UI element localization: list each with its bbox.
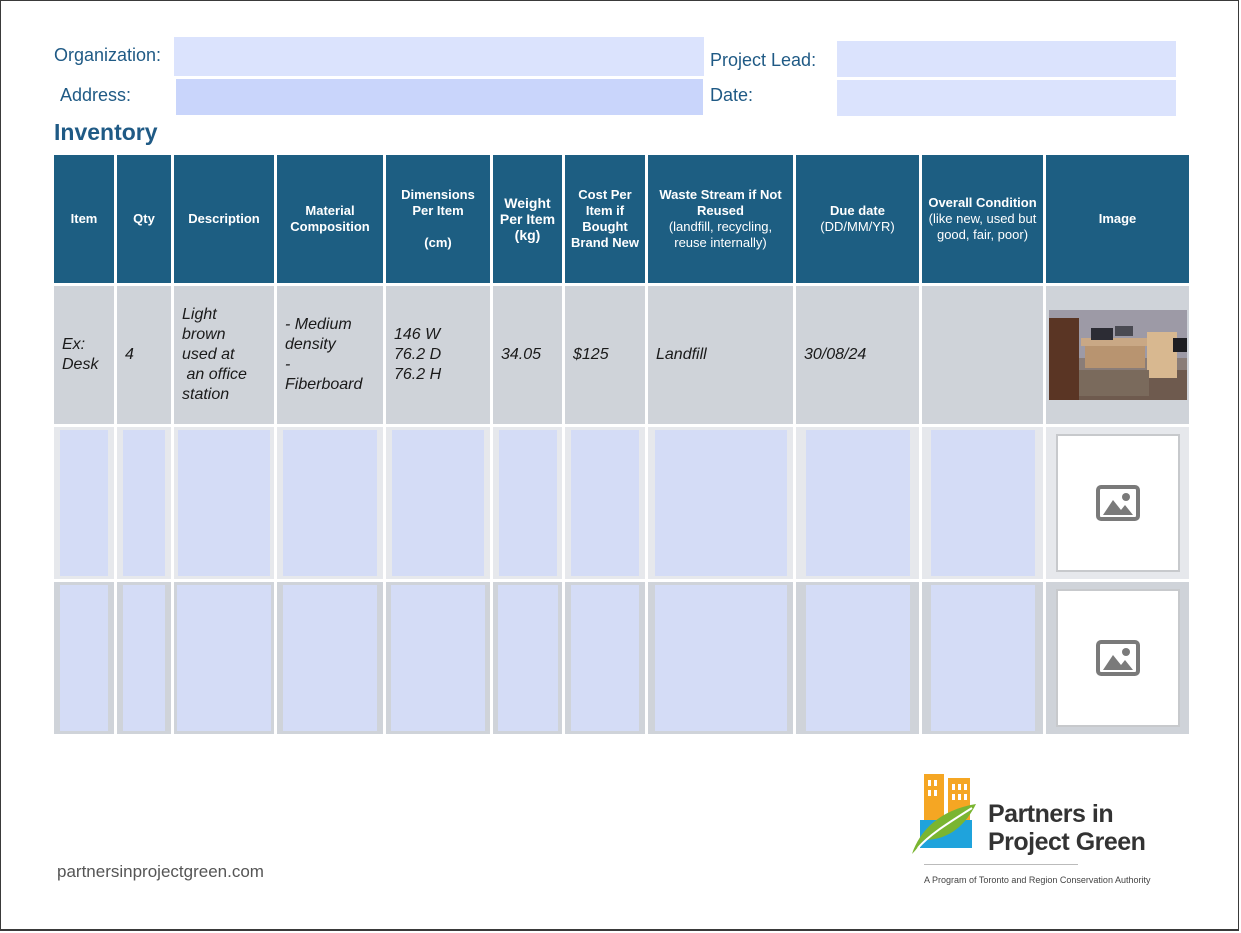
header-cost: Cost Per Item if Bought Brand New <box>562 152 648 286</box>
cell-cost[interactable] <box>562 579 648 737</box>
date-label: Date: <box>710 85 754 105</box>
cell-waste-stream[interactable] <box>645 424 796 582</box>
cell-condition[interactable] <box>919 579 1046 737</box>
desk-photo <box>1048 310 1187 400</box>
cell-item[interactable] <box>51 424 117 582</box>
cell-cost[interactable] <box>562 424 648 582</box>
date-field[interactable] <box>837 80 1176 116</box>
table-row <box>51 424 1192 582</box>
organization-field[interactable] <box>174 37 704 76</box>
partners-in-project-green-logo <box>912 774 976 854</box>
cell-waste-stream: Landfill <box>645 283 796 427</box>
cell-due-date[interactable] <box>793 424 922 582</box>
cell-material[interactable] <box>274 424 386 582</box>
cell-qty: 4 <box>114 283 174 427</box>
brand-name: Partners in Project Green <box>988 800 1146 856</box>
table-row <box>51 579 1192 737</box>
project-lead-field[interactable] <box>837 41 1176 77</box>
website-url: partnersinprojectgreen.com <box>57 862 264 881</box>
header-condition: Overall Condition (like new, used but goo… <box>919 152 1046 286</box>
cell-dimensions[interactable] <box>383 579 493 737</box>
header-qty: Qty <box>114 152 174 286</box>
cell-weight[interactable] <box>490 424 565 582</box>
cell-image[interactable] <box>1043 579 1192 737</box>
address-field[interactable] <box>176 79 703 115</box>
header-item: Item <box>51 152 117 286</box>
cell-description: Light brown used at an office station <box>171 283 277 427</box>
cell-dimensions[interactable] <box>383 424 493 582</box>
header-due-date: Due date (DD/MM/YR) <box>793 152 922 286</box>
project-lead-label: Project Lead: <box>710 50 817 70</box>
cell-image[interactable] <box>1043 424 1192 582</box>
cell-description[interactable] <box>171 579 277 737</box>
table-header-row: Item Qty Description Material Compositio… <box>51 152 1192 286</box>
cell-due-date: 30/08/24 <box>793 283 922 427</box>
divider <box>924 864 1078 865</box>
image-upload-box[interactable] <box>1055 434 1180 572</box>
brand-tagline: A Program of Toronto and Region Conserva… <box>924 875 1151 885</box>
inventory-heading: Inventory <box>54 119 158 145</box>
cell-qty[interactable] <box>114 424 174 582</box>
cell-waste-stream[interactable] <box>645 579 796 737</box>
cell-cost: $125 <box>562 283 648 427</box>
header-description: Description <box>171 152 277 286</box>
cell-condition[interactable] <box>919 424 1046 582</box>
header-material: Material Composition <box>274 152 386 286</box>
cell-material[interactable] <box>274 579 386 737</box>
cell-dimensions: 146 W 76.2 D 76.2 H <box>383 283 493 427</box>
cell-item: Ex: Desk <box>51 283 117 427</box>
organization-label: Organization: <box>54 45 162 65</box>
inventory-table: Item Qty Description Material Compositio… <box>51 152 1192 737</box>
cell-due-date[interactable] <box>793 579 922 737</box>
cell-item[interactable] <box>51 579 117 737</box>
header-weight: Weight Per Item (kg) <box>490 152 565 286</box>
cell-description[interactable] <box>171 424 277 582</box>
header-waste-stream: Waste Stream if Not Reused (landfill, rec… <box>645 152 796 286</box>
table-row-example: Ex: Desk 4 Light brown used at an office … <box>51 283 1192 427</box>
header-dimensions: Dimensions Per Item (cm) <box>383 152 493 286</box>
cell-image <box>1043 283 1192 427</box>
address-label: Address: <box>60 85 132 105</box>
header-image: Image <box>1043 152 1192 286</box>
cell-qty[interactable] <box>114 579 174 737</box>
cell-material: - Medium density - Fiberboard <box>274 283 386 427</box>
image-placeholder-icon <box>1095 640 1140 676</box>
cell-weight[interactable] <box>490 579 565 737</box>
cell-weight: 34.05 <box>490 283 565 427</box>
cell-condition <box>919 283 1046 427</box>
image-placeholder-icon <box>1095 485 1140 521</box>
image-upload-box[interactable] <box>1055 589 1180 727</box>
